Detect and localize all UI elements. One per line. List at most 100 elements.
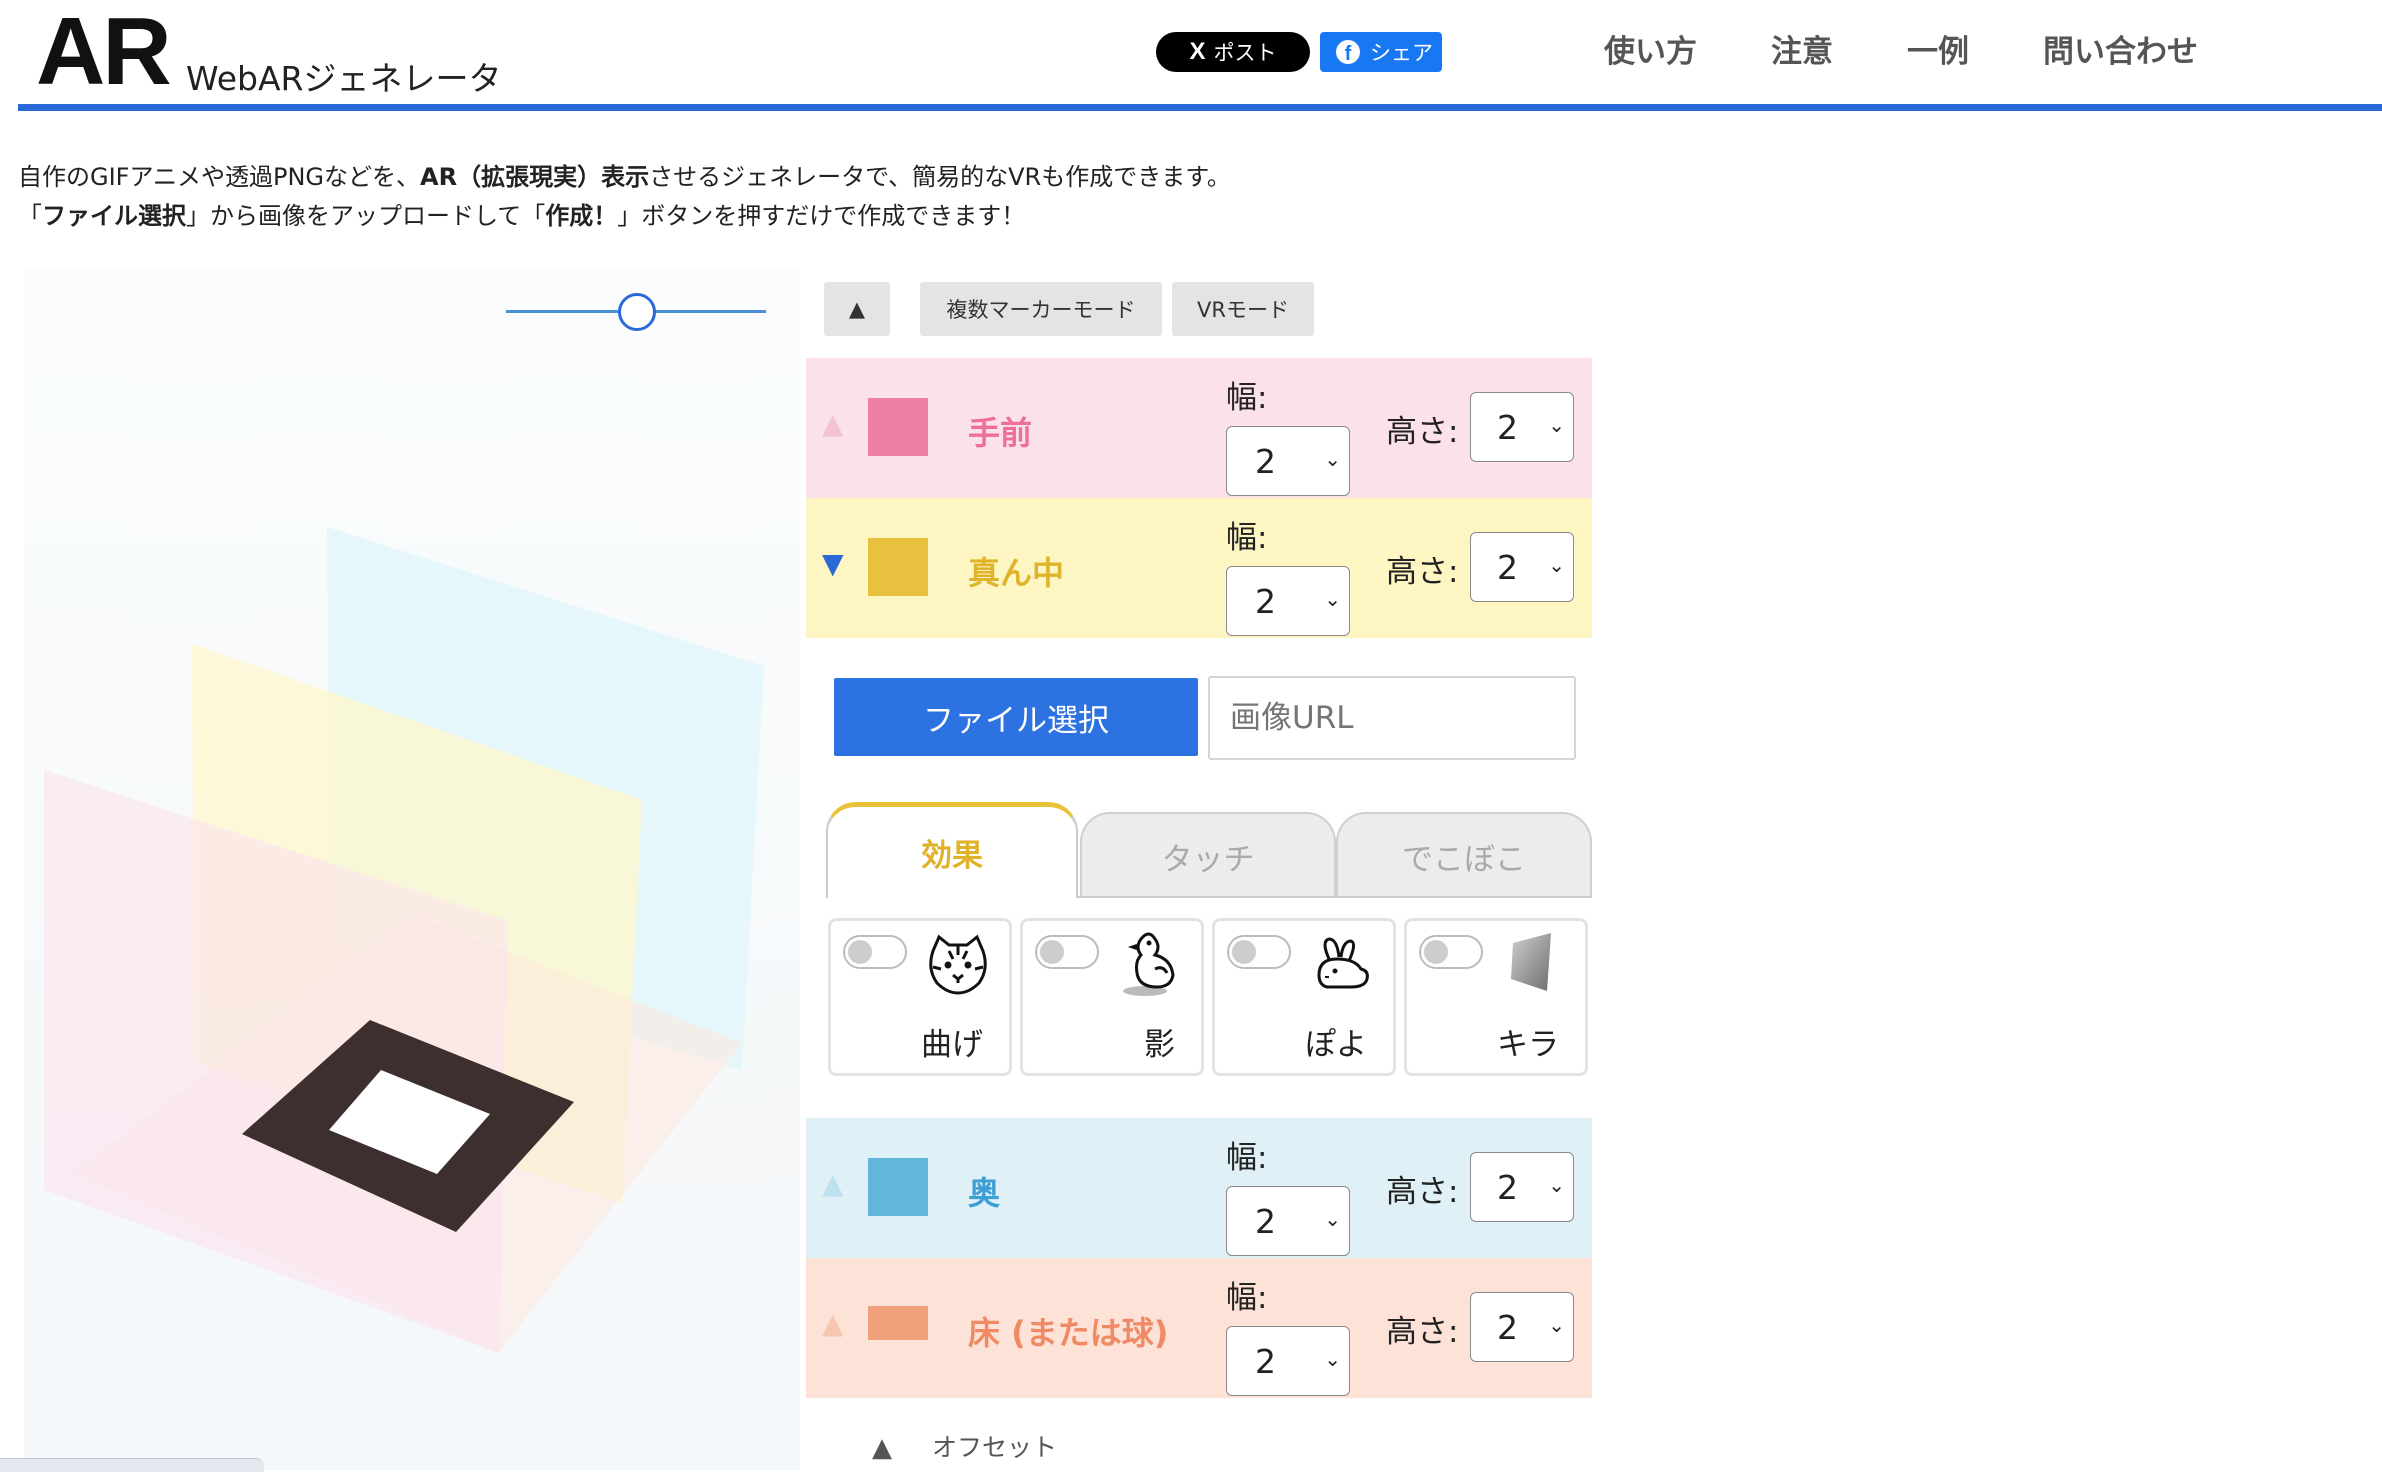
width-select[interactable]: 2 ⌄ bbox=[1226, 566, 1350, 636]
ar-preview-scene bbox=[44, 527, 764, 1353]
intro-text-segment: 自作のGIFアニメや透過PNGなどを、 bbox=[18, 163, 421, 191]
intro-text-segment: 「 bbox=[18, 202, 42, 230]
rabbit-icon bbox=[1317, 937, 1369, 989]
chick-icon bbox=[1123, 932, 1175, 996]
layer-color-swatch bbox=[868, 398, 928, 456]
image-url-input[interactable] bbox=[1208, 676, 1576, 760]
effect-toggle[interactable] bbox=[1227, 935, 1291, 969]
nav-howto[interactable]: 使い方 bbox=[1604, 26, 1697, 71]
layer-name: 奥 bbox=[968, 1174, 1001, 1212]
layer-color-swatch bbox=[868, 538, 928, 596]
collapse-button[interactable]: ▲ bbox=[824, 282, 890, 336]
toggle-knob bbox=[1232, 940, 1256, 964]
facebook-share-label: シェア bbox=[1370, 41, 1433, 65]
tab-effects[interactable]: 効果 bbox=[826, 802, 1078, 898]
height-label: 高さ: bbox=[1386, 554, 1459, 590]
effect-toggle[interactable] bbox=[1419, 935, 1483, 969]
main-nav: 使い方 注意 一例 問い合わせ bbox=[1604, 26, 2272, 71]
layer-move-up-icon[interactable]: ▲ bbox=[822, 1170, 844, 1198]
facebook-share-button[interactable]: f シェア bbox=[1320, 32, 1442, 72]
intro-text-bold: AR（拡張現実）表示 bbox=[420, 163, 650, 191]
effect-toggle[interactable] bbox=[843, 935, 907, 969]
tiger-icon bbox=[929, 934, 987, 995]
height-select[interactable]: 2 ⌄ bbox=[1470, 532, 1574, 602]
width-label: 幅: bbox=[1226, 380, 1268, 416]
chevron-down-icon: ⌄ bbox=[1324, 587, 1341, 611]
layer-move-up-icon[interactable]: ▲ bbox=[822, 410, 844, 438]
width-select[interactable]: 2 ⌄ bbox=[1226, 426, 1350, 496]
logo-subtitle: WebARジェネレータ bbox=[186, 59, 502, 98]
logo[interactable]: AR bbox=[36, 4, 172, 100]
ar-preview-canvas[interactable] bbox=[24, 268, 800, 1470]
offset-toggle[interactable]: ▲ オフセット bbox=[872, 1428, 1057, 1464]
multi-marker-mode-button[interactable]: 複数マーカーモード bbox=[920, 282, 1162, 336]
expand-triangle-icon: ▲ bbox=[872, 1433, 892, 1463]
width-select-value: 2 bbox=[1255, 1201, 1276, 1241]
width-select-value: 2 bbox=[1255, 581, 1276, 621]
intro-text-segment: させるジェネレータで、簡易的なVRも作成できます。 bbox=[649, 163, 1231, 191]
height-select[interactable]: 2 ⌄ bbox=[1470, 1152, 1574, 1222]
intro-text: 自作のGIFアニメや透過PNGなどを、AR（拡張現実）表示させるジェネレータで、… bbox=[18, 158, 1231, 236]
effect-card-bounce[interactable]: ぽよ bbox=[1212, 918, 1396, 1076]
height-select-value: 2 bbox=[1497, 1307, 1518, 1347]
intro-text-bold: 作成！ bbox=[545, 202, 618, 230]
intro-line-2: 「ファイル選択」から画像をアップロードして「作成！」ボタンを押すだけで作成できま… bbox=[18, 197, 1231, 236]
vr-mode-button[interactable]: VRモード bbox=[1172, 282, 1314, 336]
layer-name: 床 (または球) bbox=[968, 1314, 1169, 1352]
width-select[interactable]: 2 ⌄ bbox=[1226, 1186, 1350, 1256]
effect-label: ぽよ bbox=[1305, 1027, 1367, 1063]
x-post-label: ポスト bbox=[1213, 41, 1277, 65]
zoom-slider-thumb[interactable] bbox=[618, 293, 656, 331]
toggle-knob bbox=[1424, 940, 1448, 964]
intro-text-segment: 」ボタンを押すだけで作成できます！ bbox=[617, 202, 1026, 230]
tab-touch[interactable]: タッチ bbox=[1080, 812, 1336, 898]
layer-row-back[interactable]: ▲ 奥 幅: 2 ⌄ 高さ: 2 ⌄ bbox=[806, 1118, 1592, 1258]
chevron-down-icon: ⌄ bbox=[1324, 1207, 1341, 1231]
nav-caution[interactable]: 注意 bbox=[1771, 26, 1833, 71]
chevron-down-icon: ⌄ bbox=[1548, 553, 1565, 577]
effect-card-bend[interactable]: 曲げ bbox=[828, 918, 1012, 1076]
x-post-button[interactable]: X ポスト bbox=[1156, 32, 1310, 72]
layer-row-middle[interactable]: ▼ 真ん中 幅: 2 ⌄ 高さ: 2 ⌄ bbox=[806, 498, 1592, 638]
width-label: 幅: bbox=[1226, 1280, 1268, 1316]
nav-examples[interactable]: 一例 bbox=[1907, 26, 1969, 71]
effect-toggle[interactable] bbox=[1035, 935, 1099, 969]
layer-name: 手前 bbox=[968, 414, 1033, 452]
width-label: 幅: bbox=[1226, 520, 1268, 556]
height-select[interactable]: 2 ⌄ bbox=[1470, 1292, 1574, 1362]
layer-move-up-icon[interactable]: ▲ bbox=[822, 1310, 844, 1338]
nav-contact[interactable]: 問い合わせ bbox=[2043, 26, 2198, 71]
intro-line-1: 自作のGIFアニメや透過PNGなどを、AR（拡張現実）表示させるジェネレータで、… bbox=[18, 158, 1231, 197]
header: AR WebARジェネレータ X ポスト f シェア 使い方 注意 一例 問い合… bbox=[0, 0, 2382, 112]
layer-color-swatch bbox=[868, 1306, 928, 1340]
chevron-down-icon: ⌄ bbox=[1324, 1347, 1341, 1371]
height-select-value: 2 bbox=[1497, 1167, 1518, 1207]
width-select[interactable]: 2 ⌄ bbox=[1226, 1326, 1350, 1396]
facebook-icon: f bbox=[1336, 40, 1360, 64]
height-select-value: 2 bbox=[1497, 407, 1518, 447]
layer-color-swatch bbox=[868, 1158, 928, 1216]
shine-icon bbox=[1511, 933, 1551, 991]
zoom-slider[interactable] bbox=[506, 286, 766, 331]
layer-row-front[interactable]: ▲ 手前 幅: 2 ⌄ 高さ: 2 ⌄ bbox=[806, 358, 1592, 498]
layer-move-down-icon[interactable]: ▼ bbox=[822, 550, 844, 578]
offset-label: オフセット bbox=[932, 1433, 1058, 1462]
tab-bumpy[interactable]: でこぼこ bbox=[1336, 812, 1592, 898]
height-select[interactable]: 2 ⌄ bbox=[1470, 392, 1574, 462]
effect-card-shadow[interactable]: 影 bbox=[1020, 918, 1204, 1076]
layer-row-floor[interactable]: ▲ 床 (または球) 幅: 2 ⌄ 高さ: 2 ⌄ bbox=[806, 1258, 1592, 1398]
chevron-down-icon: ⌄ bbox=[1548, 1313, 1565, 1337]
toggle-knob bbox=[1040, 940, 1064, 964]
width-label: 幅: bbox=[1226, 1140, 1268, 1176]
width-select-value: 2 bbox=[1255, 441, 1276, 481]
file-select-button[interactable]: ファイル選択 bbox=[834, 678, 1198, 756]
chevron-down-icon: ⌄ bbox=[1548, 413, 1565, 437]
layer-name: 真ん中 bbox=[968, 554, 1065, 592]
effect-card-shine[interactable]: キラ bbox=[1404, 918, 1588, 1076]
header-divider bbox=[18, 104, 2382, 111]
effect-label: キラ bbox=[1497, 1027, 1559, 1063]
tabs-divider bbox=[1078, 896, 1592, 898]
height-label: 高さ: bbox=[1386, 1174, 1459, 1210]
effect-label: 曲げ bbox=[921, 1027, 983, 1063]
width-select-value: 2 bbox=[1255, 1341, 1276, 1381]
